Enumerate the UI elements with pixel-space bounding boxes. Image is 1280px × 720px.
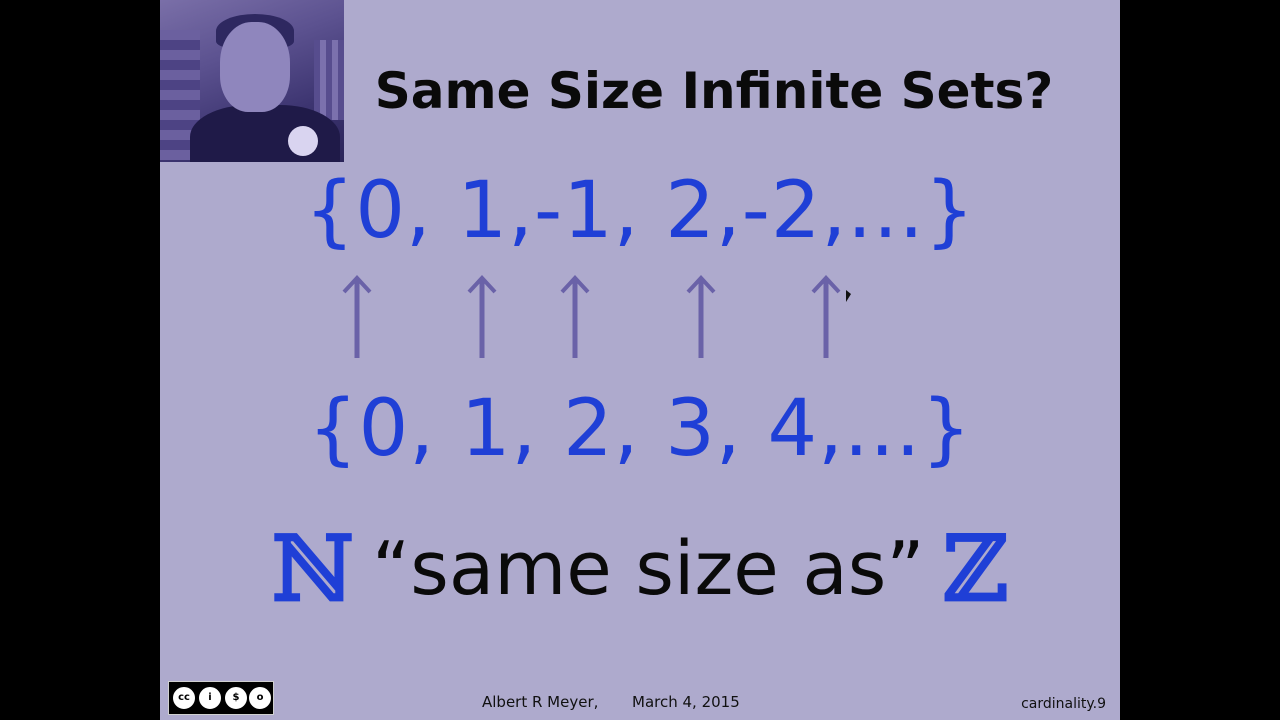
- integers-symbol: ℤ: [942, 516, 1009, 622]
- sa-icon: o: [247, 685, 273, 711]
- presenter-webcam-feed: [160, 0, 344, 162]
- statement-line: ℕ “same size as” ℤ: [160, 516, 1120, 622]
- slide-reference: cardinality.9: [1021, 696, 1106, 712]
- up-arrow-icon: [811, 274, 841, 360]
- presenter-body: [190, 105, 340, 162]
- nc-icon: $: [223, 685, 249, 711]
- presenter-pin-badge: [288, 126, 318, 156]
- presenter-head: [220, 22, 290, 112]
- lecture-slide: Same Size Infinite Sets? {0, 1,-1, 2,-2,…: [160, 0, 1120, 720]
- up-arrow-icon: [467, 274, 497, 360]
- up-arrow-icon: [560, 274, 590, 360]
- same-size-phrase: “same size as”: [371, 526, 925, 612]
- naturals-set: {0, 1, 2, 3, 4,...}: [308, 384, 972, 474]
- up-arrow-icon: [342, 274, 372, 360]
- mouse-pointer-icon: [846, 290, 851, 302]
- creative-commons-license-badge: cc i $ o: [168, 681, 274, 715]
- slide-title: Same Size Infinite Sets?: [374, 62, 1054, 120]
- footer-date: March 4, 2015: [632, 693, 740, 711]
- up-arrow-icon: [686, 274, 716, 360]
- naturals-symbol: ℕ: [271, 516, 354, 622]
- bookshelf: [314, 40, 344, 120]
- integers-set: {0, 1,-1, 2,-2,...}: [304, 166, 976, 256]
- footer-author: Albert R Meyer,: [482, 693, 599, 711]
- by-icon: i: [197, 685, 223, 711]
- cc-icon: cc: [171, 685, 197, 711]
